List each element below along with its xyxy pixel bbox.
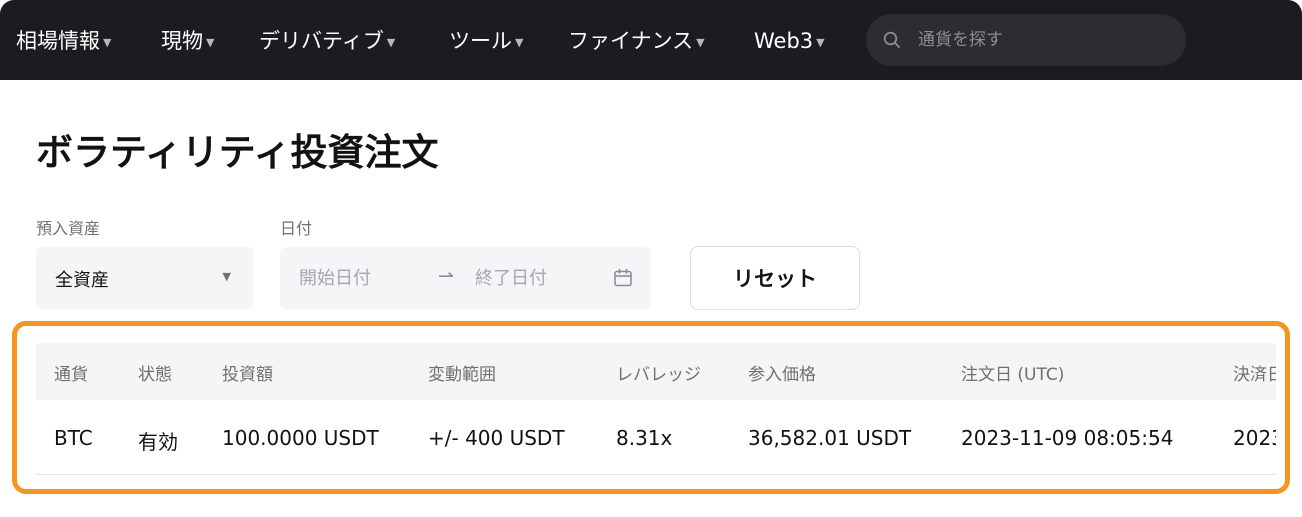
page-title: ボラティリティ投資注文 — [36, 131, 439, 174]
cell-amount: 100.0000 USDT — [222, 426, 379, 450]
cell-leverage: 8.31x — [616, 426, 673, 450]
asset-select-value: 全資産 — [55, 270, 109, 291]
start-date-input[interactable] — [299, 247, 429, 309]
calendar-icon[interactable] — [613, 268, 633, 288]
nav-item-finance[interactable]: ファイナンス ▼ — [568, 26, 705, 56]
reset-button[interactable]: リセット — [690, 246, 860, 310]
cell-order-date: 2023-11-09 08:05:54 — [961, 426, 1174, 450]
column-header-entry-price: 参入価格 — [748, 365, 816, 385]
caret-down-icon: ▼ — [696, 36, 705, 49]
caret-down-icon: ▼ — [222, 270, 231, 283]
caret-down-icon: ▼ — [816, 36, 825, 49]
nav-item-label: ファイナンス — [568, 29, 694, 53]
table-header: 通貨 状態 投資額 変動範囲 レバレッジ 参入価格 注文日 (UTC) 決済日 — [36, 343, 1276, 400]
cell-status: 有効 — [138, 430, 178, 454]
column-header-currency: 通貨 — [54, 365, 88, 385]
caret-down-icon: ▼ — [386, 36, 396, 49]
currency-search — [866, 14, 1186, 66]
caret-down-icon: ▼ — [103, 36, 112, 49]
date-range-picker: ⇀ — [280, 247, 651, 309]
end-date-input[interactable] — [475, 247, 605, 309]
search-input[interactable] — [918, 14, 1168, 66]
date-filter-label: 日付 — [280, 219, 313, 238]
row-divider — [36, 474, 1276, 475]
asset-select[interactable]: 全資産 ▼ — [36, 247, 253, 309]
orders-table: 通貨 状態 投資額 変動範囲 レバレッジ 参入価格 注文日 (UTC) 決済日 … — [36, 343, 1276, 477]
nav-item-market-info[interactable]: 相場情報 ▼ — [16, 26, 111, 56]
nav-item-derivatives[interactable]: デリバティブ ▼ — [259, 26, 395, 56]
cell-range: +/- 400 USDT — [428, 426, 565, 450]
column-header-settlement-date: 決済日 — [1233, 365, 1276, 385]
column-header-leverage: レバレッジ — [616, 365, 701, 385]
cell-entry-price: 36,582.01 USDT — [748, 426, 912, 450]
nav-item-web3[interactable]: Web3 ▼ — [754, 26, 825, 56]
caret-down-icon: ▼ — [206, 36, 215, 49]
column-header-order-date: 注文日 (UTC) — [961, 365, 1065, 385]
nav-item-spot[interactable]: 現物 ▼ — [161, 26, 214, 56]
cell-settlement-date: 2023-11-10 08:00:00 — [1233, 426, 1276, 450]
nav-item-label: Web3 — [754, 29, 814, 53]
nav-item-tools[interactable]: ツール ▼ — [449, 26, 523, 56]
range-arrow-icon: ⇀ — [438, 265, 454, 287]
nav-item-label: 現物 — [161, 29, 203, 53]
caret-down-icon: ▼ — [515, 36, 524, 49]
nav-item-label: 相場情報 — [16, 29, 100, 53]
column-header-status: 状態 — [138, 365, 172, 385]
column-header-range: 変動範囲 — [428, 365, 496, 385]
nav-item-label: デリバティブ — [259, 29, 384, 53]
cell-currency: BTC — [54, 426, 93, 450]
top-navigation-bar: 相場情報 ▼ 現物 ▼ デリバティブ ▼ ツール ▼ ファイナンス ▼ Web3 ▼ — [0, 0, 1302, 80]
asset-filter-label: 預入資産 — [36, 219, 101, 238]
nav-item-label: ツール — [449, 29, 512, 53]
column-header-amount: 投資額 — [222, 365, 273, 385]
search-icon — [883, 31, 900, 48]
